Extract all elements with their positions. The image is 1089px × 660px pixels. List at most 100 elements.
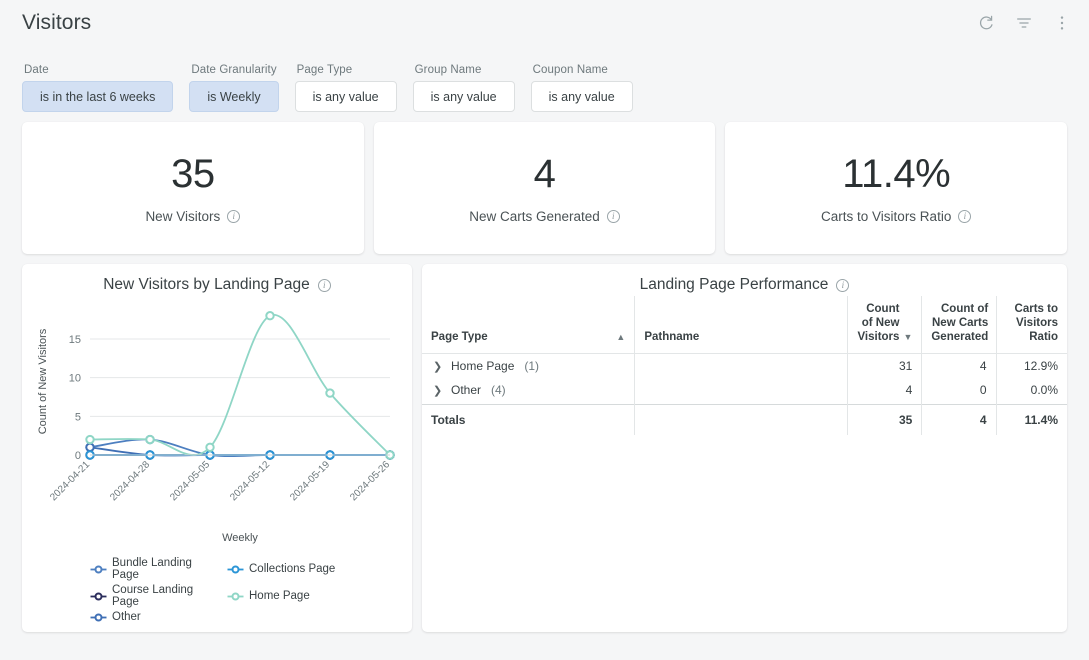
kpi-value: 4 [534, 152, 556, 197]
filter-value-date-granularity[interactable]: is Weekly [189, 81, 278, 112]
table-title-row: Landing Page Performance i [422, 276, 1067, 296]
kpi-label-row: New Carts Generated i [469, 209, 620, 224]
filter-value-date[interactable]: is in the last 6 weeks [22, 81, 173, 112]
kpi-value: 11.4% [842, 152, 950, 197]
column-header-pathname[interactable]: Pathname [635, 296, 848, 354]
info-icon[interactable]: i [836, 279, 849, 292]
svg-text:2024-05-05: 2024-05-05 [168, 459, 212, 503]
legend-item-other[interactable]: Other [90, 611, 221, 623]
kpi-label: New Visitors [145, 209, 220, 224]
chart-legend: Bundle Landing Page Collections Page Cours… [32, 551, 402, 627]
cell-new-visitors: 31 [848, 354, 922, 379]
filter-label: Page Type [295, 64, 397, 76]
cell-new-carts: 0 [922, 378, 996, 405]
legend-item-bundle-landing-page[interactable]: Bundle Landing Page [90, 557, 221, 581]
cell-pathname [635, 354, 848, 379]
column-header-carts-to-visitors-ratio[interactable]: Carts to Visitors Ratio [996, 296, 1067, 354]
refresh-icon[interactable] [977, 14, 995, 32]
table-totals-row: Totals 35 4 11.4% [422, 405, 1067, 436]
info-icon[interactable]: i [958, 210, 971, 223]
table-row[interactable]: ❯ Other (4) 4 0 0.0% [422, 378, 1067, 405]
cell-page-type: ❯ Other (4) [422, 378, 635, 405]
page-header: Visitors [0, 0, 1089, 46]
info-icon[interactable]: i [318, 279, 331, 292]
cell-totals-new-visitors: 35 [848, 405, 922, 436]
legend-label: Home Page [249, 590, 310, 602]
column-label: Pathname [644, 330, 699, 344]
legend-marker-icon [90, 591, 107, 602]
cell-pathname [635, 405, 848, 436]
filter-value-page-type[interactable]: is any value [295, 81, 397, 112]
svg-text:5: 5 [75, 411, 81, 423]
kpi-value: 35 [171, 152, 215, 197]
svg-text:Weekly: Weekly [222, 532, 258, 544]
legend-item-course-landing-page[interactable]: Course Landing Page [90, 584, 221, 608]
filter-date: Date is in the last 6 weeks [22, 64, 173, 112]
legend-item-home-page[interactable]: Home Page [227, 584, 358, 608]
svg-text:15: 15 [69, 334, 81, 346]
filter-icon[interactable] [1015, 14, 1033, 32]
column-header-count-of-new-carts-generated[interactable]: Count of New Carts Generated [922, 296, 996, 354]
filter-label: Group Name [413, 64, 515, 76]
filter-value-coupon-name[interactable]: is any value [531, 81, 633, 112]
table-panel: Landing Page Performance i Page Type ▲ [422, 264, 1067, 632]
svg-text:2024-05-19: 2024-05-19 [288, 459, 332, 503]
legend-marker-icon [90, 612, 107, 623]
column-header-count-of-new-visitors[interactable]: Count of New Visitors ▼ [848, 296, 922, 354]
header-actions [977, 14, 1071, 32]
cell-ratio: 0.0% [996, 378, 1067, 405]
table-row[interactable]: ❯ Home Page (1) 31 4 12.9% [422, 354, 1067, 379]
legend-label: Other [112, 611, 141, 623]
svg-text:2024-04-21: 2024-04-21 [48, 459, 92, 503]
cell-totals-ratio: 11.4% [996, 405, 1067, 436]
filter-label: Date [22, 64, 173, 76]
filter-label: Date Granularity [189, 64, 278, 76]
legend-marker-icon [90, 564, 107, 575]
table-head: Page Type ▲ Pathname Count of New Visito… [422, 296, 1067, 354]
info-icon[interactable]: i [227, 210, 240, 223]
kpi-label-row: New Visitors i [145, 209, 240, 224]
sort-asc-icon[interactable]: ▲ [616, 333, 625, 344]
more-options-icon[interactable] [1053, 14, 1071, 32]
expand-row-icon[interactable]: ❯ [433, 384, 441, 397]
expand-row-icon[interactable]: ❯ [433, 360, 441, 373]
legend-label: Collections Page [249, 563, 335, 575]
kpi-label-row: Carts to Visitors Ratio i [821, 209, 971, 224]
row-group-count: (4) [491, 383, 506, 397]
cell-ratio: 12.9% [996, 354, 1067, 379]
filter-group-name: Group Name is any value [413, 64, 515, 112]
kpi-label: New Carts Generated [469, 209, 600, 224]
legend-marker-icon [227, 564, 244, 575]
cell-totals-label: Totals [422, 405, 635, 436]
row-page-type: Home Page [451, 359, 514, 373]
sort-desc-icon[interactable]: ▼ [903, 333, 912, 344]
filter-value-group-name[interactable]: is any value [413, 81, 515, 112]
column-header-page-type[interactable]: Page Type ▲ [422, 296, 635, 354]
cell-new-visitors: 4 [848, 378, 922, 405]
kpi-label: Carts to Visitors Ratio [821, 209, 951, 224]
info-icon[interactable]: i [607, 210, 620, 223]
chart-title-row: New Visitors by Landing Page i [32, 276, 402, 296]
filter-date-granularity: Date Granularity is Weekly [189, 64, 278, 112]
svg-text:Count of New Visitors: Count of New Visitors [37, 328, 49, 434]
kpi-tile-carts-to-visitors-ratio: 11.4% Carts to Visitors Ratio i [725, 122, 1067, 254]
filter-bar: Date is in the last 6 weeks Date Granula… [0, 46, 1089, 112]
cell-page-type: ❯ Home Page (1) [422, 354, 635, 379]
table-title: Landing Page Performance [640, 276, 829, 294]
legend-label: Course Landing Page [112, 584, 221, 608]
svg-text:2024-05-12: 2024-05-12 [228, 459, 272, 503]
table-body: ❯ Home Page (1) 31 4 12.9% ❯ Other [422, 354, 1067, 436]
row-group-count: (1) [524, 359, 539, 373]
cell-new-carts: 4 [922, 354, 996, 379]
line-chart[interactable]: 051015Count of New Visitors2024-04-21202… [32, 296, 402, 551]
kpi-tile-new-carts-generated: 4 New Carts Generated i [374, 122, 716, 254]
column-label: Count of New Visitors [857, 302, 899, 344]
filter-page-type: Page Type is any value [295, 64, 397, 112]
svg-text:0: 0 [75, 450, 81, 462]
legend-item-collections-page[interactable]: Collections Page [227, 557, 358, 581]
cell-pathname [635, 378, 848, 405]
bottom-row: New Visitors by Landing Page i 051015Cou… [0, 254, 1089, 646]
cell-totals-new-carts: 4 [922, 405, 996, 436]
column-label: Count of New Carts Generated [931, 302, 988, 344]
legend-marker-icon [227, 591, 244, 602]
